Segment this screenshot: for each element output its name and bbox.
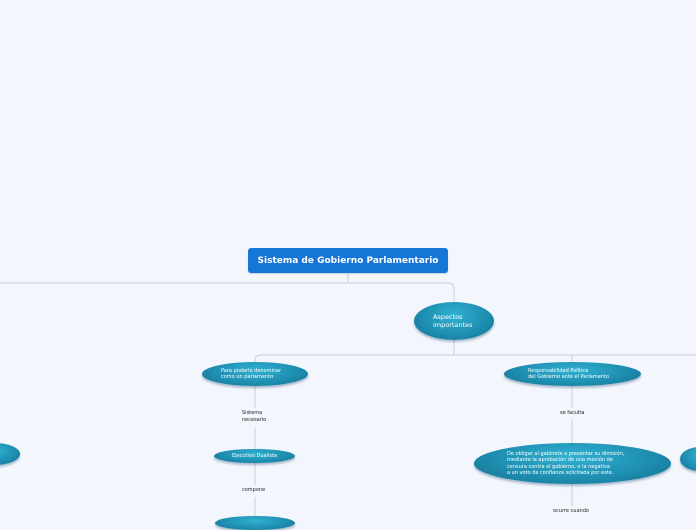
label-se-faculta: se faculta xyxy=(560,410,585,416)
node-obligar-al-gabinete-label: De obligar al gabinete a presentar su di… xyxy=(507,450,625,476)
label-ocurre-cuando: ocurre cuando xyxy=(553,508,589,514)
node-aspectos-importantes-label: Aspectos importantes xyxy=(433,313,473,329)
node-responsabilidad-politica-label: Responsabilidad Política del Gobierno an… xyxy=(528,368,609,380)
label-compone: compone xyxy=(242,487,266,493)
node-obligar-al-gabinete[interactable]: De obligar al gabinete a presentar su di… xyxy=(474,443,671,484)
label-sistema-necesario: Sistema necesario xyxy=(242,410,267,423)
node-ejecutivo-dualista[interactable]: Ejecutivo Dualista xyxy=(214,449,295,463)
node-ejecutivo-dualista-label: Ejecutivo Dualista xyxy=(232,453,277,459)
node-para-poderlo-denominar-label: Para poderlo denominar como un parlament… xyxy=(221,368,282,380)
node-para-poderlo-denominar[interactable]: Para poderlo denominar como un parlament… xyxy=(202,362,308,386)
node-aspectos-importantes[interactable]: Aspectos importantes xyxy=(414,302,494,340)
central-topic[interactable]: Sistema de Gobierno Parlamentario xyxy=(248,248,448,273)
node-responsabilidad-politica[interactable]: Responsabilidad Política del Gobierno an… xyxy=(504,362,641,386)
central-topic-label: Sistema de Gobierno Parlamentario xyxy=(257,255,439,266)
node-partial-bottom[interactable] xyxy=(215,516,295,530)
